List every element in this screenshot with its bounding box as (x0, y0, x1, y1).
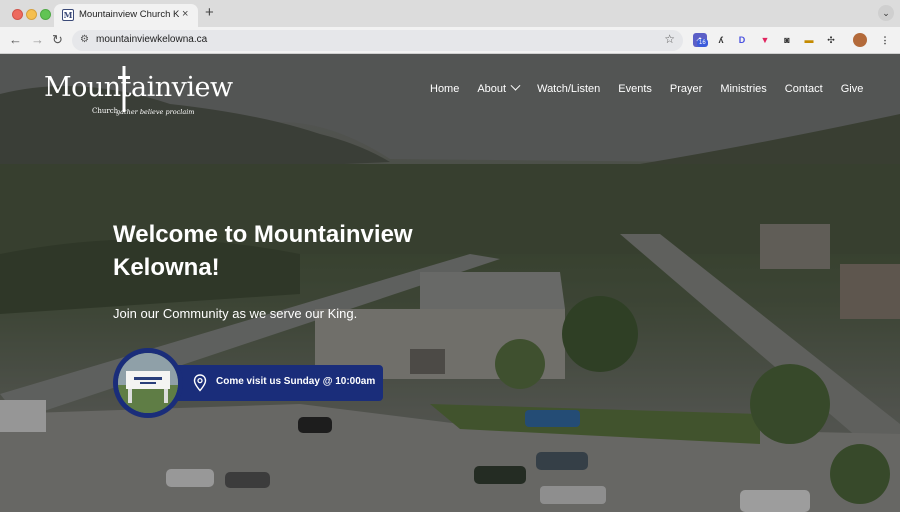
nav-contact[interactable]: Contact (785, 83, 823, 95)
church-sign-thumbnail (113, 348, 183, 418)
nav-about-label: About (477, 83, 507, 95)
forward-icon[interactable]: → (31, 32, 44, 48)
new-tab-button[interactable]: + (205, 4, 214, 21)
hero-title: Welcome to Mountainview Kelowna! (113, 221, 413, 281)
visit-cta[interactable]: Come visit us Sunday @ 10:00am (113, 348, 383, 418)
pocket-icon[interactable]: ▼ (758, 33, 772, 47)
browser-tab-bar: M Mountainview Church Kelowna × + ⌄ (0, 0, 900, 27)
nav-watch-listen[interactable]: Watch/Listen (537, 83, 600, 95)
logo-wordmark: Mountainview (44, 72, 233, 103)
extension-d-icon[interactable]: D (735, 33, 749, 47)
logo-tagline: gather believe proclaim (116, 108, 195, 116)
church-sign-image (118, 353, 178, 413)
window-minimize-button[interactable] (26, 9, 37, 20)
nav-home[interactable]: Home (430, 83, 459, 95)
extension-translate-icon[interactable]: ʎ (714, 33, 728, 47)
visit-cta-label: Come visit us Sunday @ 10:00am (216, 376, 376, 387)
url-text[interactable]: mountainviewkelowna.ca (96, 34, 207, 45)
site-logo[interactable]: Mountainview Church gather believe procl… (44, 66, 233, 118)
favicon-icon: M (62, 9, 74, 21)
nav-prayer[interactable]: Prayer (670, 83, 702, 95)
address-bar[interactable]: ⚙ mountainviewkelowna.ca ☆ (72, 30, 683, 51)
website-viewport: Mountainview Church gather believe procl… (0, 54, 900, 512)
site-navigation: Home About Watch/Listen Events Prayer Mi… (430, 80, 881, 95)
logo-church-text: Church (92, 107, 119, 115)
extension-badge: 16 (697, 39, 708, 47)
browser-toolbar: ← → ↻ ⚙ mountainviewkelowna.ca ☆ ◆ 16 ʎ … (0, 27, 900, 54)
cross-icon (118, 66, 130, 112)
back-icon[interactable]: ← (9, 32, 22, 48)
tab-close-button[interactable]: × (182, 8, 188, 20)
tab-search-button[interactable]: ⌄ (878, 5, 894, 21)
hero-subtitle: Join our Community as we serve our King. (113, 306, 358, 321)
extension-folder-icon[interactable]: ▬ (802, 33, 816, 47)
location-pin-icon (193, 374, 207, 392)
chevron-down-icon (510, 80, 521, 91)
nav-about[interactable]: About (477, 80, 521, 95)
reload-icon[interactable]: ↻ (52, 32, 63, 48)
extensions-puzzle-icon[interactable]: ✣ (824, 33, 838, 47)
screenshot-icon[interactable]: ◙ (780, 33, 794, 47)
visit-cta-button[interactable]: Come visit us Sunday @ 10:00am (163, 365, 383, 401)
nav-give[interactable]: Give (841, 83, 864, 95)
window-close-button[interactable] (12, 9, 23, 20)
profile-avatar[interactable] (853, 33, 867, 47)
browser-tab[interactable]: M Mountainview Church Kelowna × (54, 4, 198, 27)
site-info-icon[interactable]: ⚙ (80, 34, 89, 45)
tab-title: Mountainview Church Kelowna (79, 9, 179, 20)
bookmark-star-icon[interactable]: ☆ (664, 32, 675, 46)
menu-kebab-icon[interactable]: ⋮ (878, 33, 892, 47)
nav-ministries[interactable]: Ministries (720, 83, 766, 95)
nav-events[interactable]: Events (618, 83, 652, 95)
window-maximize-button[interactable] (40, 9, 51, 20)
